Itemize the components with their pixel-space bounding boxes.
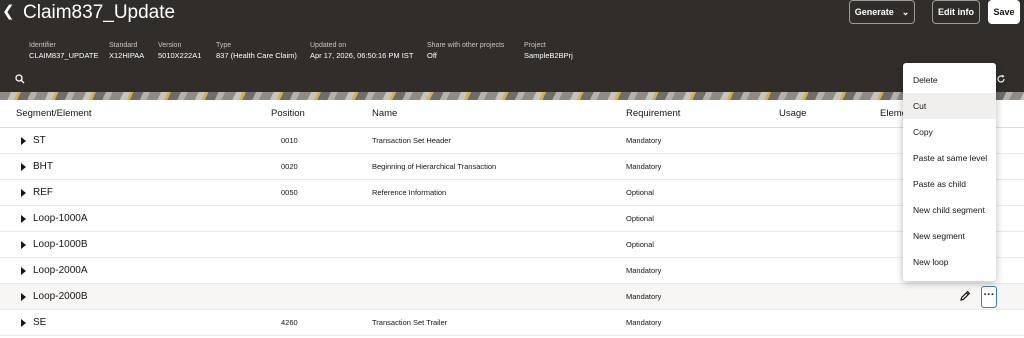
column-header-name[interactable]: Name (372, 108, 397, 119)
position-cell: 0010 (281, 136, 298, 145)
requirement-cell: Optional (626, 214, 654, 223)
position-cell: 0020 (281, 162, 298, 171)
expand-icon[interactable] (21, 241, 26, 249)
meta-label: Project (524, 42, 546, 49)
table-row[interactable]: SE 4260 Transaction Set Trailer Mandator… (0, 310, 1024, 336)
expand-icon[interactable] (21, 189, 26, 197)
requirement-cell: Mandatory (626, 136, 662, 145)
meta-label: Share with other projects (427, 42, 505, 49)
column-header-requirement[interactable]: Requirement (626, 108, 680, 119)
meta-value: X12HIPAA (109, 51, 145, 60)
segment-cell: REF (33, 187, 53, 198)
table-row[interactable]: Loop-2000A Mandatory (0, 258, 1024, 284)
segment-cell: BHT (33, 161, 53, 172)
name-cell: Transaction Set Header (372, 136, 451, 145)
position-cell: 0050 (281, 188, 298, 197)
requirement-cell: Optional (626, 240, 654, 249)
menu-item-paste-same-level[interactable]: Paste at same level (903, 145, 996, 171)
table-row[interactable]: ST 0010 Transaction Set Header Mandatory (0, 128, 1024, 154)
page-title: Claim837_Update (23, 2, 176, 23)
expand-icon[interactable] (21, 163, 26, 171)
meta-label: Standard (109, 42, 138, 49)
meta-label: Type (216, 42, 232, 49)
meta-label: Updated on (310, 42, 347, 49)
requirement-cell: Mandatory (626, 162, 662, 171)
name-cell: Transaction Set Trailer (372, 318, 448, 327)
expand-icon[interactable] (21, 267, 26, 275)
menu-item-new-child-segment[interactable]: New child segment (903, 197, 996, 223)
more-actions-button[interactable]: ··· (981, 286, 997, 308)
segment-cell: Loop-1000A (33, 213, 88, 224)
expand-icon[interactable] (21, 319, 26, 327)
segment-cell: ST (33, 135, 46, 146)
segment-cell: Loop-2000B (33, 291, 88, 302)
segment-cell: Loop-1000B (33, 239, 88, 250)
generate-button[interactable]: Generate ⌄ (849, 0, 915, 24)
expand-icon[interactable] (21, 215, 26, 223)
menu-item-new-segment[interactable]: New segment (903, 223, 996, 249)
table-row[interactable]: Loop-1000A Optional (0, 206, 1024, 232)
generate-button-label: Generate (854, 7, 894, 17)
table-row[interactable]: REF 0050 Reference Information Optional (0, 180, 1024, 206)
chevron-down-icon: ⌄ (901, 6, 910, 17)
edit-info-button[interactable]: Edit info (932, 0, 980, 24)
column-header-usage[interactable]: Usage (779, 108, 806, 119)
meta-value: Apr 17, 2026, 06:50:16 PM IST (310, 51, 414, 60)
meta-label: Identifier (29, 42, 56, 49)
meta-standard: Standard X12HIPAA (109, 41, 144, 62)
table-row[interactable]: BHT 0020 Beginning of Hierarchical Trans… (0, 154, 1024, 180)
context-menu: Delete Cut Copy Paste at same level Past… (903, 63, 996, 281)
refresh-icon[interactable] (996, 74, 1006, 84)
name-cell: Reference Information (372, 188, 447, 197)
table-row[interactable]: Loop-1000B Optional (0, 232, 1024, 258)
meta-share: Share with other projects Off (427, 41, 504, 62)
menu-item-copy[interactable]: Copy (903, 119, 996, 145)
expand-icon[interactable] (21, 293, 26, 301)
position-cell: 4260 (281, 318, 298, 327)
meta-version: Version 5010X222A1 (158, 41, 201, 62)
meta-value: Off (427, 51, 437, 60)
requirement-cell: Mandatory (626, 292, 662, 301)
meta-value: 837 (Health Care Claim) (216, 51, 297, 60)
name-cell: Beginning of Hierarchical Transaction (372, 162, 497, 171)
pencil-icon[interactable] (958, 289, 972, 303)
search-icon[interactable] (15, 74, 25, 84)
expand-icon[interactable] (21, 137, 26, 145)
meta-identifier: Identifier CLAIM837_UPDATE (29, 41, 98, 62)
meta-type: Type 837 (Health Care Claim) (216, 41, 297, 62)
meta-value: SampleB2BPrj (524, 51, 573, 60)
page-header: ❮ Claim837_Update Generate ⌄ Edit info S… (0, 0, 1024, 92)
menu-item-paste-as-child[interactable]: Paste as child (903, 171, 996, 197)
requirement-cell: Mandatory (626, 318, 662, 327)
chevron-left-icon[interactable]: ❮ (2, 3, 16, 21)
meta-updated-on: Updated on Apr 17, 2026, 06:50:16 PM IST (310, 41, 413, 62)
table-header: Segment/Element Position Name Requiremen… (0, 100, 1024, 128)
decorative-banner (0, 92, 1024, 100)
save-button[interactable]: Save (988, 0, 1020, 24)
menu-item-delete[interactable]: Delete (903, 67, 996, 93)
column-header-segment[interactable]: Segment/Element (16, 108, 92, 119)
column-header-position[interactable]: Position (271, 108, 305, 119)
requirement-cell: Optional (626, 188, 654, 197)
meta-label: Version (158, 42, 182, 49)
meta-value: 5010X222A1 (158, 51, 202, 60)
segment-cell: Loop-2000A (33, 265, 88, 276)
segment-cell: SE (33, 317, 47, 328)
meta-value: CLAIM837_UPDATE (29, 51, 99, 60)
menu-item-new-loop[interactable]: New loop (903, 249, 996, 275)
table-row-selected[interactable]: Loop-2000B Mandatory ··· (0, 284, 1024, 310)
menu-item-cut[interactable]: Cut (903, 93, 996, 119)
meta-project: Project SampleB2BPrj (524, 41, 573, 62)
requirement-cell: Mandatory (626, 266, 662, 275)
